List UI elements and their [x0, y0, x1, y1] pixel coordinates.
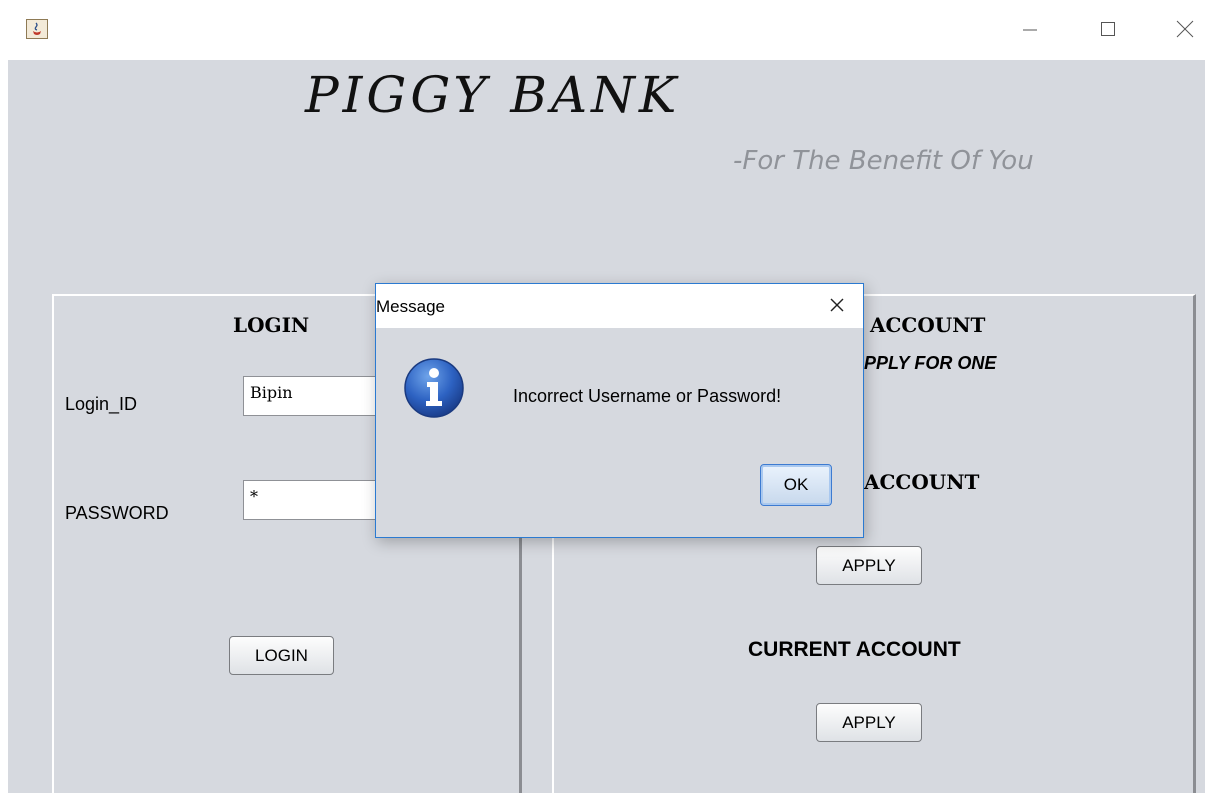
information-icon: [403, 357, 465, 419]
message-dialog: Message Incorrect Username or Password! …: [375, 283, 864, 538]
dialog-message: Incorrect Username or Password!: [513, 386, 782, 406]
password-label: PASSWORD: [65, 503, 169, 523]
login-id-label: Login_ID: [65, 394, 138, 414]
account-heading: ACCOUNT: [870, 313, 986, 337]
login-heading: LOGIN: [233, 313, 310, 337]
login-button[interactable]: LOGIN: [229, 636, 334, 675]
current-apply-button[interactable]: APPLY: [816, 703, 922, 742]
apply-for-one-text: PPLY FOR ONE: [864, 353, 997, 373]
app-tagline: -For The Benefit Of You: [733, 146, 1034, 176]
dialog-close-button[interactable]: [820, 292, 854, 322]
window-titlebar: [0, 0, 1205, 60]
close-window-button[interactable]: [1165, 14, 1205, 48]
dialog-title: Message: [376, 297, 445, 316]
ok-button[interactable]: OK: [760, 464, 832, 506]
maximize-button[interactable]: [1088, 14, 1128, 48]
current-account-heading: CURRENT ACCOUNT: [748, 638, 961, 661]
password-input[interactable]: *: [243, 480, 383, 520]
window-left-border: [0, 60, 8, 793]
savings-account-heading: ACCOUNT: [864, 470, 980, 494]
java-cup-icon: [26, 19, 48, 39]
app-title: PIGGY BANK: [305, 66, 681, 124]
dialog-titlebar: Message: [376, 284, 863, 328]
maximize-icon: [1100, 21, 1116, 42]
minimize-icon: [1022, 21, 1038, 42]
savings-apply-button[interactable]: APPLY: [816, 546, 922, 585]
close-icon: [829, 297, 845, 318]
login-id-input[interactable]: Bipin: [243, 376, 383, 416]
minimize-button[interactable]: [1010, 14, 1050, 48]
close-icon: [1176, 20, 1194, 43]
